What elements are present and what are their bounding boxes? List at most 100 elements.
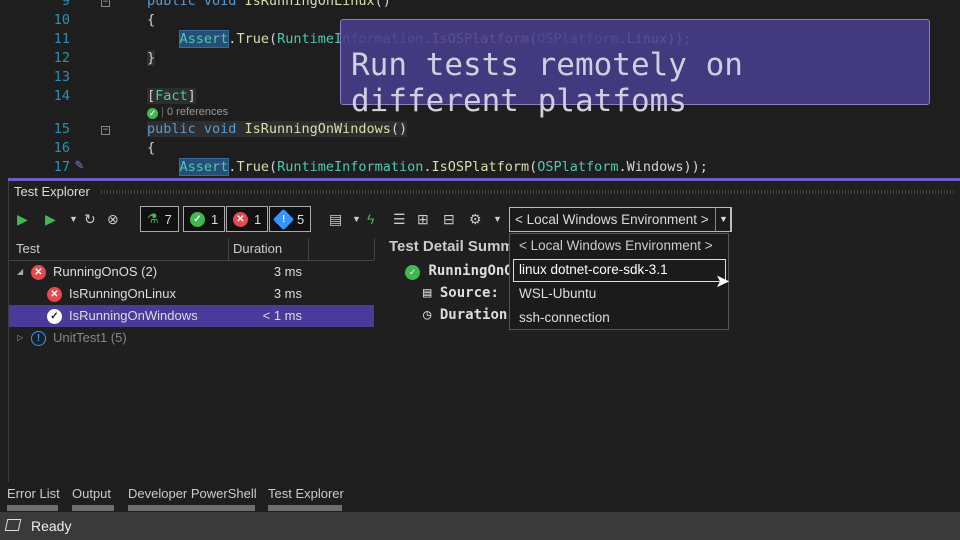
code-token: ] — [187, 88, 196, 104]
ready-icon — [4, 519, 22, 531]
code-token: { — [147, 12, 156, 28]
tab-test-explorer[interactable]: Test Explorer — [268, 486, 344, 501]
code-token: Assert — [178, 158, 230, 176]
detail-title: Test Detail Summ — [389, 238, 514, 255]
fold-toggle-icon[interactable]: − — [101, 0, 110, 7]
fold-toggle-icon[interactable]: − — [101, 126, 110, 135]
panel-grip[interactable] — [101, 190, 956, 194]
code-token: ( — [529, 159, 538, 175]
codelens[interactable]: ✓ | 0 references — [147, 106, 228, 119]
detail-test: ✓ RunningOnO — [405, 263, 513, 280]
quick-action-icon[interactable]: ✎ — [75, 157, 83, 173]
tab-output[interactable]: Output — [72, 486, 111, 501]
check-icon: ✓ — [147, 108, 158, 119]
line-number: 11 — [53, 31, 70, 47]
code-line[interactable]: } — [147, 50, 156, 66]
total-tests-filter[interactable]: ⚗ 7 — [140, 206, 179, 232]
code-token: Fact — [155, 88, 188, 104]
code-line[interactable]: [Fact] — [147, 88, 196, 104]
code-token: Assert — [178, 30, 230, 48]
pass-icon: ✓ — [190, 211, 205, 227]
run-icon[interactable]: ▶ — [45, 206, 56, 232]
code-editor[interactable]: 9 public void IsRunningOnLinux() 10 {11 Ass… — [0, 0, 960, 178]
code-token: ( — [268, 31, 278, 47]
failed-icon: ✕ — [31, 265, 46, 280]
warning-icon: ! — [272, 208, 295, 230]
tab-developer-powershell[interactable]: Developer PowerShell — [128, 486, 257, 501]
passed-icon: ✓ — [47, 309, 62, 324]
code-line[interactable]: public void IsRunningOnLinux() — [147, 0, 391, 9]
test-name: IsRunningOnLinux — [69, 286, 176, 301]
code-token: .Windows)); — [618, 159, 708, 175]
references-count[interactable]: 0 references — [167, 106, 228, 118]
line-number: 13 — [53, 69, 70, 85]
environment-select[interactable]: < Local Windows Environment > — [509, 207, 731, 232]
line-number: 10 — [53, 12, 70, 28]
playlist-icon[interactable]: ▤ — [329, 206, 342, 232]
option-local[interactable]: < Local Windows Environment > — [519, 238, 713, 253]
test-explorer-panel: Test Explorer ▶ ▶ ▼ ↻ ⊗ ⚗ 7 ✓ 1 ✕ 1 ! 5 ▤ ▼ … — [8, 181, 960, 482]
option-wsl[interactable]: WSL-Ubuntu — [519, 286, 596, 301]
code-token: OSPlatform — [537, 159, 619, 175]
collapse-all-icon[interactable]: ⊟ — [443, 206, 455, 232]
gear-icon[interactable]: ⚙ — [469, 206, 482, 232]
panel-title: Test Explorer — [14, 184, 90, 199]
code-token: } — [147, 50, 156, 66]
code-token: { — [147, 140, 156, 156]
test-duration: < 1 ms — [262, 308, 302, 323]
column-duration[interactable]: Duration — [228, 238, 308, 260]
test-row[interactable]: ✕ IsRunningOnLinux 3 ms — [9, 283, 374, 305]
option-linux[interactable]: linux dotnet-core-sdk-3.1 — [519, 262, 668, 277]
run-after-build-icon[interactable]: ϟ — [367, 206, 374, 232]
code-token: IsRunningOnLinux — [244, 0, 375, 9]
settings-dropdown-icon[interactable]: ▼ — [493, 206, 502, 232]
code-token: True — [236, 159, 269, 175]
run-dropdown-icon[interactable]: ▼ — [69, 206, 78, 232]
code-line[interactable]: { — [147, 140, 155, 156]
line-number: 9 — [61, 0, 70, 9]
test-row[interactable]: ▷! UnitTest1 (5) — [9, 327, 374, 349]
expand-icon[interactable]: ▷ — [17, 327, 23, 349]
flask-icon: ⚗ — [147, 211, 159, 226]
line-number: 15 — [53, 121, 70, 137]
option-ssh[interactable]: ssh-connection — [519, 310, 610, 325]
clock-icon: ◷ — [423, 307, 432, 323]
failed-icon: ✕ — [47, 287, 62, 302]
not-run-icon: ! — [31, 331, 46, 346]
code-token: () — [374, 0, 391, 9]
chevron-down-icon[interactable]: ▼ — [715, 207, 732, 232]
code-line[interactable]: public void IsRunningOnWindows() — [147, 121, 408, 137]
tab-error-list[interactable]: Error List — [7, 486, 60, 501]
detail-test-name: RunningOnO — [428, 263, 513, 279]
column-test[interactable]: Test — [16, 238, 40, 260]
passed-tests-filter[interactable]: ✓ 1 — [183, 206, 226, 232]
status-bar: Ready — [0, 512, 960, 540]
test-row[interactable]: ◢ ✕ RunningOnOS (2) 3 ms — [9, 261, 374, 283]
detail-source-label: Source: — [439, 285, 499, 301]
expand-icon[interactable]: ◢ — [17, 261, 23, 283]
playlist-dropdown-icon[interactable]: ▼ — [352, 206, 361, 232]
not-run-tests-filter[interactable]: ! 5 — [269, 206, 312, 232]
line-number: 12 — [53, 50, 70, 66]
code-token: IsRunningOnWindows — [244, 121, 391, 137]
expand-all-icon[interactable]: ⊞ — [417, 206, 429, 232]
code-token: [ — [147, 88, 156, 104]
failed-tests-filter[interactable]: ✕ 1 — [226, 206, 269, 232]
run-all-icon[interactable]: ▶ — [17, 206, 28, 232]
environment-dropdown-list: < Local Windows Environment > linux dotn… — [509, 233, 729, 330]
status-text: Ready — [31, 518, 72, 534]
line-number: 17 — [53, 159, 70, 175]
repeat-run-icon[interactable]: ↻ — [84, 206, 96, 232]
group-by-icon[interactable]: ☰ — [393, 206, 406, 232]
code-token: public void — [147, 121, 245, 137]
test-name: UnitTest1 (5) — [53, 330, 127, 345]
count: 1 — [211, 211, 219, 227]
code-line[interactable]: { — [147, 12, 155, 28]
code-token: ( — [268, 159, 278, 175]
code-line[interactable]: Assert.True(RuntimeInformation.IsOSPlatf… — [147, 158, 708, 176]
test-row[interactable]: ✓ IsRunningOnWindows < 1 ms — [9, 305, 374, 327]
cancel-icon[interactable]: ⊗ — [107, 206, 119, 232]
test-name: IsRunningOnWindows — [69, 308, 198, 323]
code-token: True — [236, 31, 269, 47]
